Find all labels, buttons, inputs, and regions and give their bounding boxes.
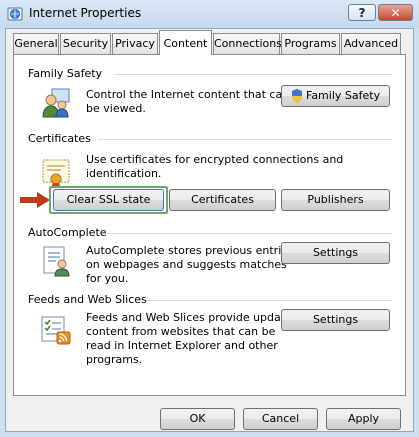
autocomplete-settings-button[interactable]: Settings — [281, 242, 390, 264]
autocomplete-text-2: on webpages and suggests matches — [86, 258, 287, 271]
feeds-text-2: content from websites that can be — [86, 325, 276, 338]
publishers-button[interactable]: Publishers — [281, 189, 390, 211]
certificate-icon — [42, 159, 70, 188]
tab-programs[interactable]: Programs — [281, 33, 340, 54]
family-safety-button-label: Family Safety — [306, 89, 381, 102]
help-button[interactable]: ? — [348, 4, 376, 21]
close-button[interactable]: ✕ — [378, 4, 413, 21]
divider — [107, 233, 392, 234]
title-bar: Internet Properties ? ✕ — [0, 0, 419, 28]
clear-ssl-state-button[interactable]: Clear SSL state — [53, 189, 164, 211]
feed-list-icon — [41, 316, 71, 345]
family-safety-button[interactable]: Family Safety — [281, 85, 390, 107]
divider — [146, 300, 392, 301]
tab-content[interactable]: Content — [159, 30, 212, 55]
autocomplete-text-1: AutoComplete stores previous entries — [86, 244, 294, 257]
uac-shield-icon — [292, 89, 302, 103]
divider — [114, 74, 392, 75]
family-safety-text-1: Control the Internet content that can — [86, 88, 290, 101]
feeds-settings-button[interactable]: Settings — [281, 309, 390, 331]
tab-advanced[interactable]: Advanced — [341, 33, 401, 54]
family-safety-text-2: be viewed. — [86, 102, 146, 115]
certificates-heading: Certificates — [28, 132, 91, 145]
feeds-text-4: programs. — [86, 353, 143, 366]
tab-privacy[interactable]: Privacy — [112, 33, 158, 54]
autocomplete-heading: AutoComplete — [28, 226, 107, 239]
window-title: Internet Properties — [29, 6, 142, 20]
tab-connections[interactable]: Connections — [213, 33, 282, 54]
feeds-text-1: Feeds and Web Slices provide updated — [86, 311, 299, 324]
ok-button[interactable]: OK — [160, 408, 235, 430]
certificates-text: Use certificates for encrypted connectio… — [86, 153, 344, 180]
users-icon — [42, 88, 70, 118]
feeds-text-3: read in Internet Explorer and other — [86, 339, 278, 352]
cancel-button[interactable]: Cancel — [243, 408, 318, 430]
tab-security[interactable]: Security — [60, 33, 111, 54]
divider — [98, 139, 392, 140]
internet-globe-icon — [7, 7, 23, 21]
form-user-icon — [43, 246, 70, 277]
family-safety-heading: Family Safety — [28, 67, 103, 80]
tab-general[interactable]: General — [13, 33, 59, 54]
feeds-heading: Feeds and Web Slices — [28, 293, 147, 306]
dialog-client: General Security Privacy Content Connect… — [5, 28, 414, 432]
content-tab-panel: Family Safety Control the Internet conte… — [13, 54, 406, 396]
red-arrow-icon — [20, 192, 50, 208]
certificates-button[interactable]: Certificates — [169, 189, 276, 211]
autocomplete-text-3: for you. — [86, 272, 129, 285]
apply-button[interactable]: Apply — [326, 408, 401, 430]
